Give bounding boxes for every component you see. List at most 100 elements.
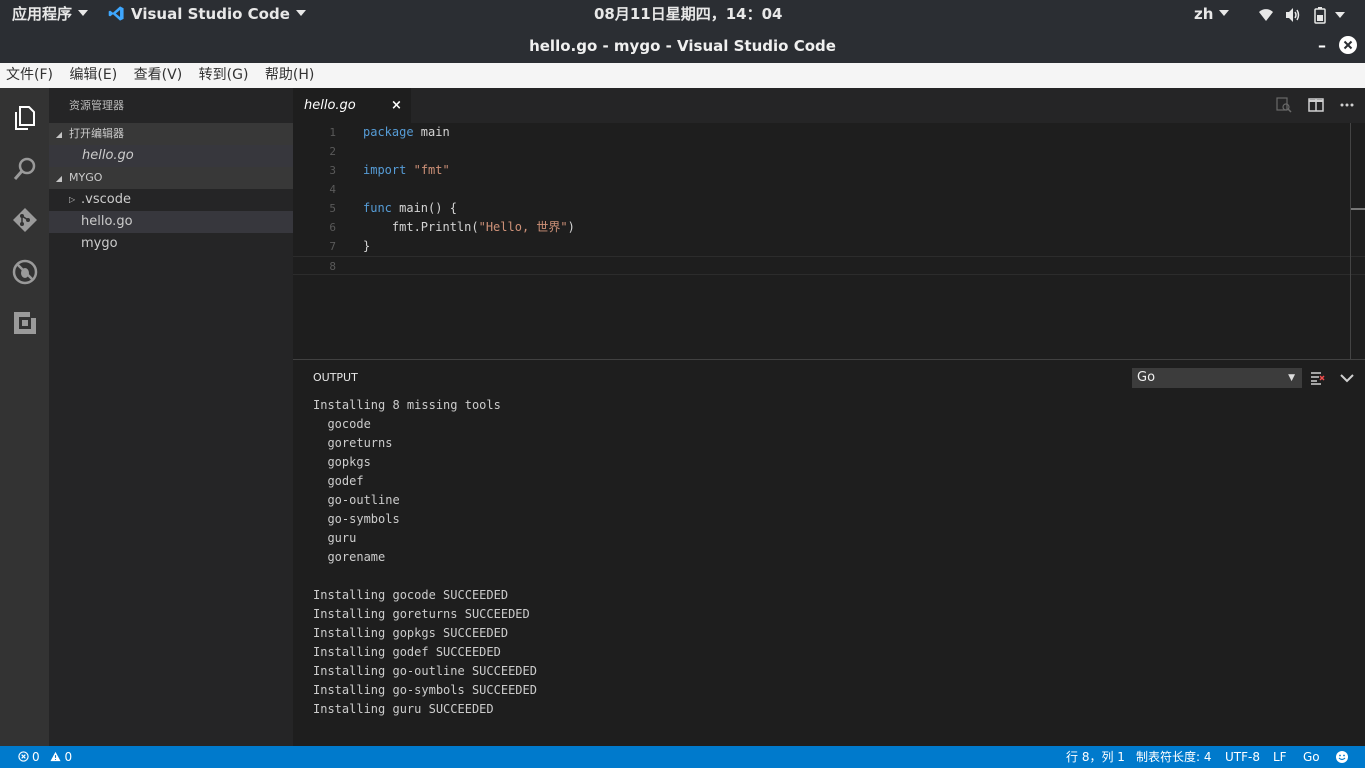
line-number: 8 <box>329 260 336 273</box>
close-window-button[interactable] <box>1338 29 1358 63</box>
explorer-files-icon[interactable] <box>11 104 39 132</box>
tree-item-label: mygo <box>81 236 118 251</box>
expanded-triangle-icon: ◢ <box>55 174 63 183</box>
chevron-down-icon <box>1219 10 1230 16</box>
code-line-current: 8 <box>293 256 1365 275</box>
clock[interactable]: 08月11日星期四，14：04 <box>594 0 783 29</box>
panel-title[interactable]: OUTPUT <box>313 360 358 396</box>
menu-goto[interactable]: 转到(G) <box>199 67 249 83</box>
search-icon[interactable] <box>11 155 39 183</box>
code-string: "Hello, 世界" <box>478 220 568 234</box>
more-actions-icon[interactable] <box>1339 97 1355 113</box>
output-line: Installing gocode SUCCEEDED <box>313 588 509 602</box>
tree-item-vscode-folder[interactable]: ▷ .vscode <box>49 189 293 211</box>
code-text: fmt.Println("Hello, 世界") <box>363 218 575 237</box>
code-plain: main() { <box>391 201 457 215</box>
line-number: 5 <box>329 202 336 215</box>
menu-file[interactable]: 文件(F) <box>6 67 53 83</box>
warning-icon <box>50 751 62 762</box>
open-editors-title: 打开编辑器 <box>69 127 124 140</box>
output-channel-select[interactable]: Go ▼ <box>1132 368 1302 388</box>
end-of-line[interactable]: LF <box>1273 746 1287 768</box>
line-number: 1 <box>329 126 336 139</box>
app-menu[interactable]: Visual Studio Code <box>108 0 306 29</box>
editor-scrollbar-track[interactable] <box>1350 123 1351 359</box>
tab-size[interactable]: 制表符长度: 4 <box>1136 746 1212 768</box>
line-number: 6 <box>329 221 336 234</box>
menu-edit[interactable]: 编辑(E) <box>69 67 117 83</box>
status-bar: 0 0 行 8，列 1 制表符长度: 4 UTF-8 LF Go <box>0 746 1365 768</box>
error-icon <box>18 751 29 762</box>
code-line: 3 import "fmt" <box>293 161 1365 180</box>
tab-label: hello.go <box>304 98 356 113</box>
applications-menu-label: 应用程序 <box>12 5 73 23</box>
code-keyword: func <box>363 201 392 215</box>
output-line: gocode <box>313 417 371 431</box>
code-plain <box>406 163 413 177</box>
dropdown-triangle-icon: ▼ <box>1288 373 1295 383</box>
chevron-down-icon[interactable] <box>1335 12 1345 18</box>
open-editors-section-header[interactable]: ◢ 打开编辑器 <box>49 123 293 145</box>
code-line: 5 func main() { <box>293 199 1365 218</box>
code-text: package main <box>363 123 450 142</box>
code-plain: main <box>413 125 450 139</box>
tab-hello-go[interactable]: hello.go × <box>293 88 411 123</box>
output-line: Installing go-symbols SUCCEEDED <box>313 683 537 697</box>
code-line: 2 <box>293 142 1365 161</box>
app-menu-label: Visual Studio Code <box>131 5 290 23</box>
open-editor-item[interactable]: hello.go <box>49 145 293 167</box>
battery-icon[interactable] <box>1311 6 1329 24</box>
folder-section-header[interactable]: ◢ MYGO <box>49 167 293 189</box>
code-editor[interactable]: 1 package main 2 3 import "fmt" 4 5 func… <box>293 123 1365 359</box>
sidebar-title: 资源管理器 <box>69 99 124 112</box>
cursor-position[interactable]: 行 8，列 1 <box>1066 746 1125 768</box>
volume-icon[interactable] <box>1284 6 1302 24</box>
system-top-bar: 应用程序 Visual Studio Code 08月11日星期四，14：04 … <box>0 0 1365 29</box>
code-plain: fmt.Println( <box>363 220 479 234</box>
explorer-sidebar: 资源管理器 ◢ 打开编辑器 hello.go ◢ MYGO ▷ .vscode he… <box>49 88 293 746</box>
line-number: 4 <box>329 183 336 196</box>
tree-item-mygo[interactable]: mygo <box>49 233 293 255</box>
clear-output-icon[interactable] <box>1309 370 1325 386</box>
output-line: goreturns <box>313 436 393 450</box>
window-title: hello.go - mygo - Visual Studio Code <box>529 37 836 55</box>
debug-icon[interactable] <box>11 258 39 286</box>
split-editor-icon[interactable] <box>1308 97 1324 113</box>
feedback-smiley-icon[interactable] <box>1335 750 1349 764</box>
collapsed-triangle-icon: ▷ <box>69 195 76 204</box>
applications-menu[interactable]: 应用程序 <box>12 0 89 29</box>
menu-help[interactable]: 帮助(H) <box>265 67 314 83</box>
menu-view[interactable]: 查看(V) <box>134 67 183 83</box>
open-editor-label: hello.go <box>82 148 134 163</box>
code-keyword: package <box>363 125 414 139</box>
line-number: 3 <box>329 164 336 177</box>
vscode-logo-icon <box>108 6 124 21</box>
input-method-label: zh <box>1194 5 1214 23</box>
output-line: gorename <box>313 550 386 564</box>
tree-item-hello-go[interactable]: hello.go <box>49 211 293 233</box>
line-number: 2 <box>329 145 336 158</box>
input-method-menu[interactable]: zh <box>1194 0 1230 29</box>
code-text: } <box>363 237 370 256</box>
source-control-icon[interactable] <box>11 206 39 234</box>
minimize-button[interactable]: – <box>1318 29 1326 63</box>
wifi-icon[interactable] <box>1257 6 1275 24</box>
line-number: 7 <box>329 240 336 253</box>
tree-item-label: .vscode <box>81 192 131 207</box>
chevron-down-icon <box>78 10 89 16</box>
output-line: Installing 8 missing tools <box>313 398 501 412</box>
error-count: 0 <box>32 750 40 764</box>
problems-indicator[interactable]: 0 0 <box>18 746 72 768</box>
code-line: 7 } <box>293 237 1365 256</box>
open-changes-icon[interactable] <box>1276 97 1292 113</box>
tab-close-button[interactable]: × <box>391 88 402 123</box>
language-mode[interactable]: Go <box>1303 746 1320 768</box>
window-title-bar: hello.go - mygo - Visual Studio Code – <box>0 29 1365 63</box>
code-plain: } <box>363 239 371 253</box>
extensions-icon[interactable] <box>11 309 39 337</box>
output-line: go-symbols <box>313 512 400 526</box>
output-line: Installing go-outline SUCCEEDED <box>313 664 537 678</box>
collapse-panel-icon[interactable] <box>1339 370 1355 386</box>
file-encoding[interactable]: UTF-8 <box>1225 746 1260 768</box>
warning-count: 0 <box>64 750 73 764</box>
